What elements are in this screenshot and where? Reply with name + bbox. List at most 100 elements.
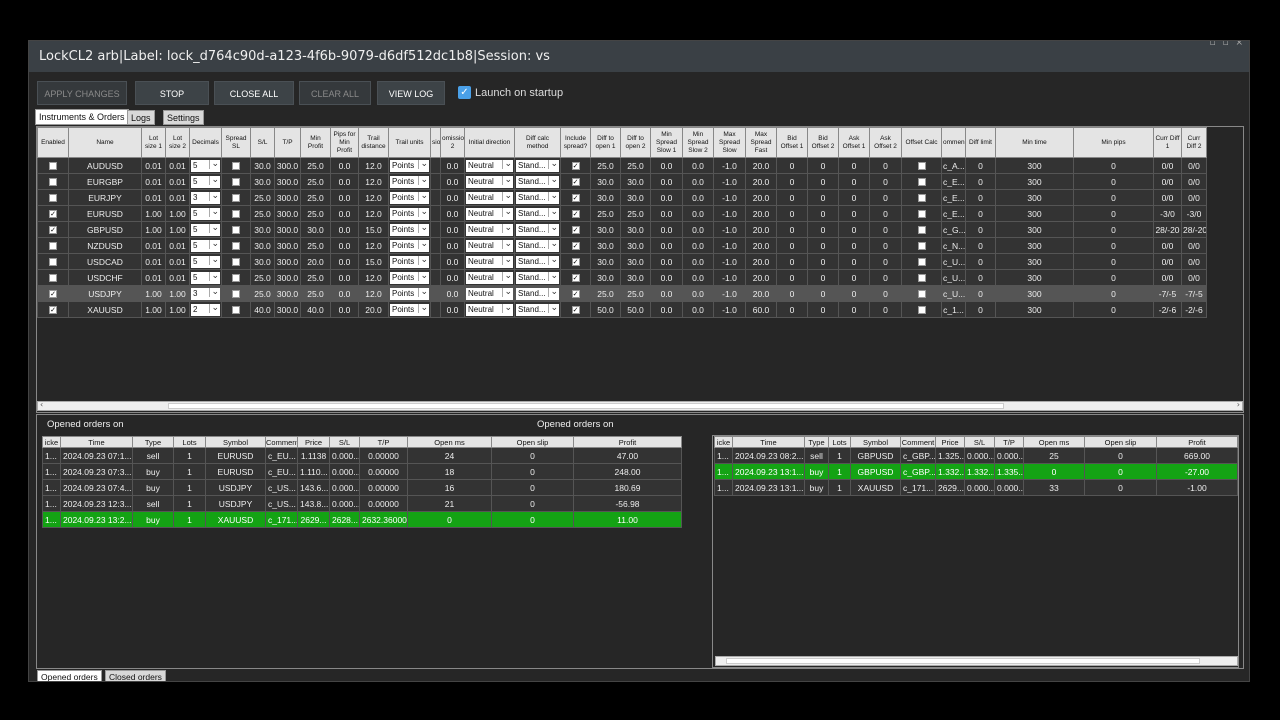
instruments-col-header[interactable]: Enabled bbox=[37, 127, 69, 158]
instruments-col-header[interactable]: Trail distance bbox=[358, 127, 389, 158]
tab-settings[interactable]: Settings bbox=[163, 110, 204, 125]
cell-dropdown[interactable]: Points bbox=[390, 303, 429, 316]
order-row[interactable]: 1... 2024.09.23 13:1... buy 1 XAUUSD c_171...… bbox=[714, 479, 1238, 496]
orders-col-header[interactable]: Comment bbox=[265, 436, 298, 448]
view-log-button[interactable]: VIEW LOG bbox=[377, 81, 445, 105]
cell-dropdown[interactable]: 5 bbox=[191, 239, 220, 252]
cell-dropdown[interactable]: 5 bbox=[191, 223, 220, 236]
orders-col-header[interactable]: Symbol bbox=[205, 436, 266, 448]
orders-col-header[interactable]: icke bbox=[42, 436, 61, 448]
include-spread-checkbox[interactable]: ✓ bbox=[571, 290, 580, 299]
include-spread-checkbox[interactable]: ✓ bbox=[571, 226, 580, 235]
spread-sl-checkbox[interactable] bbox=[232, 178, 240, 187]
cell-dropdown[interactable]: Neutral bbox=[466, 303, 513, 316]
instrument-row[interactable]: ✓USDJPY1.001.00325.0300.025.00.012.0Poin… bbox=[37, 285, 1207, 302]
orders-col-header[interactable]: icke bbox=[714, 436, 733, 448]
instruments-col-header[interactable]: Min Profit bbox=[300, 127, 331, 158]
cell-dropdown[interactable]: Neutral bbox=[466, 223, 513, 236]
instruments-col-header[interactable]: Trail units bbox=[388, 127, 431, 158]
instruments-col-header[interactable]: Min Spread Slow 1 bbox=[650, 127, 683, 158]
enabled-checkbox[interactable] bbox=[49, 258, 57, 267]
include-spread-checkbox[interactable]: ✓ bbox=[571, 194, 580, 203]
cell-dropdown[interactable]: Neutral bbox=[466, 175, 513, 188]
orders-col-header[interactable]: Lots bbox=[828, 436, 851, 448]
orders-col-header[interactable]: Time bbox=[732, 436, 805, 448]
cell-dropdown[interactable]: 5 bbox=[191, 255, 220, 268]
launch-on-startup-checkbox[interactable]: ✓ bbox=[458, 86, 471, 99]
orders-col-header[interactable]: Symbol bbox=[850, 436, 901, 448]
cell-dropdown[interactable]: Stand... bbox=[516, 239, 559, 252]
include-spread-checkbox[interactable]: ✓ bbox=[571, 306, 580, 315]
orders-col-header[interactable]: Profit bbox=[573, 436, 682, 448]
order-row[interactable]: 1... 2024.09.23 07:3... buy 1 EURUSD c_EU... 1… bbox=[42, 463, 682, 480]
cell-dropdown[interactable]: Points bbox=[390, 191, 429, 204]
order-row[interactable]: 1... 2024.09.23 07:1... sell 1 EURUSD c_EU...… bbox=[42, 447, 682, 464]
instrument-row[interactable]: ✓GBPUSD1.001.00530.0300.030.00.015.0Poin… bbox=[37, 221, 1207, 238]
cell-dropdown[interactable]: 3 bbox=[191, 191, 220, 204]
instruments-col-header[interactable]: Ask Offset 2 bbox=[869, 127, 902, 158]
cell-dropdown[interactable]: Neutral bbox=[466, 271, 513, 284]
offset-calc-checkbox[interactable] bbox=[917, 210, 926, 219]
order-row[interactable]: 1... 2024.09.23 07:4... buy 1 USDJPY c_US... 1… bbox=[42, 479, 682, 496]
cell-dropdown[interactable]: Points bbox=[390, 223, 429, 236]
close-all-button[interactable]: CLOSE ALL bbox=[214, 81, 294, 105]
cell-dropdown[interactable]: Points bbox=[390, 239, 429, 252]
enabled-checkbox[interactable] bbox=[49, 162, 57, 171]
instrument-row[interactable]: EURJPY0.010.01325.0300.025.00.012.0Point… bbox=[37, 189, 1207, 206]
tab-instruments-orders[interactable]: Instruments & Orders bbox=[35, 109, 129, 125]
orders-col-header[interactable]: Profit bbox=[1156, 436, 1238, 448]
cell-dropdown[interactable]: Neutral bbox=[466, 207, 513, 220]
order-row[interactable]: 1... 2024.09.23 08:2... sell 1 GBPUSD c_GBP..… bbox=[714, 447, 1238, 464]
scrollbar-thumb[interactable] bbox=[726, 658, 1200, 664]
cell-dropdown[interactable]: Neutral bbox=[466, 159, 513, 172]
enabled-checkbox[interactable]: ✓ bbox=[49, 226, 57, 235]
offset-calc-checkbox[interactable] bbox=[917, 226, 926, 235]
instruments-col-header[interactable]: Min Spread Slow 2 bbox=[682, 127, 714, 158]
cell-dropdown[interactable]: Points bbox=[390, 159, 429, 172]
cell-dropdown[interactable]: Neutral bbox=[466, 255, 513, 268]
cell-dropdown[interactable]: Stand... bbox=[516, 223, 559, 236]
offset-calc-checkbox[interactable] bbox=[917, 178, 926, 187]
orders-col-header[interactable]: Time bbox=[60, 436, 133, 448]
scroll-right-icon[interactable]: › bbox=[1237, 400, 1240, 409]
instruments-col-header[interactable]: Bid Offset 2 bbox=[807, 127, 839, 158]
orders-col-header[interactable]: Open slip bbox=[1084, 436, 1157, 448]
spread-sl-checkbox[interactable] bbox=[232, 194, 240, 203]
orders-col-header[interactable]: Comment bbox=[900, 436, 936, 448]
instrument-row[interactable]: AUDUSD0.010.01530.0300.025.00.012.0Point… bbox=[37, 157, 1207, 174]
cell-dropdown[interactable]: Neutral bbox=[466, 287, 513, 300]
instruments-col-header[interactable]: Diff limit bbox=[965, 127, 996, 158]
tab-logs[interactable]: Logs bbox=[127, 110, 155, 125]
instrument-row[interactable]: EURGBP0.010.01530.0300.025.00.012.0Point… bbox=[37, 173, 1207, 190]
instruments-col-header[interactable]: Bid Offset 1 bbox=[776, 127, 808, 158]
right-orders-horizontal-scrollbar[interactable] bbox=[715, 656, 1238, 666]
orders-col-header[interactable]: S/L bbox=[964, 436, 995, 448]
spread-sl-checkbox[interactable] bbox=[232, 210, 240, 219]
cell-dropdown[interactable]: Points bbox=[390, 271, 429, 284]
instruments-col-header[interactable]: Ask Offset 1 bbox=[838, 127, 870, 158]
instruments-col-header[interactable]: Max Spread Fast bbox=[745, 127, 777, 158]
offset-calc-checkbox[interactable] bbox=[917, 306, 926, 315]
offset-calc-checkbox[interactable] bbox=[917, 162, 926, 171]
window-controls[interactable]: ▫ ▫ × bbox=[1210, 41, 1245, 49]
include-spread-checkbox[interactable]: ✓ bbox=[571, 162, 580, 171]
orders-col-header[interactable]: Price bbox=[935, 436, 965, 448]
instruments-col-header[interactable]: Min time bbox=[995, 127, 1074, 158]
cell-dropdown[interactable]: Points bbox=[390, 287, 429, 300]
scrollbar-thumb[interactable] bbox=[168, 403, 1004, 409]
instrument-row[interactable]: USDCAD0.010.01530.0300.020.00.015.0Point… bbox=[37, 253, 1207, 270]
clear-all-button[interactable]: CLEAR ALL bbox=[299, 81, 371, 105]
include-spread-checkbox[interactable]: ✓ bbox=[571, 258, 580, 267]
include-spread-checkbox[interactable]: ✓ bbox=[571, 274, 580, 283]
spread-sl-checkbox[interactable] bbox=[232, 290, 240, 299]
instruments-col-header[interactable]: Min pips bbox=[1073, 127, 1154, 158]
offset-calc-checkbox[interactable] bbox=[917, 258, 926, 267]
orders-col-header[interactable]: Lots bbox=[173, 436, 206, 448]
instruments-col-header[interactable]: Spread SL bbox=[221, 127, 251, 158]
offset-calc-checkbox[interactable] bbox=[917, 274, 926, 283]
enabled-checkbox[interactable]: ✓ bbox=[49, 290, 57, 299]
cell-dropdown[interactable]: 5 bbox=[191, 159, 220, 172]
cell-dropdown[interactable]: 2 bbox=[191, 303, 220, 316]
cell-dropdown[interactable]: Stand... bbox=[516, 191, 559, 204]
spread-sl-checkbox[interactable] bbox=[232, 226, 240, 235]
